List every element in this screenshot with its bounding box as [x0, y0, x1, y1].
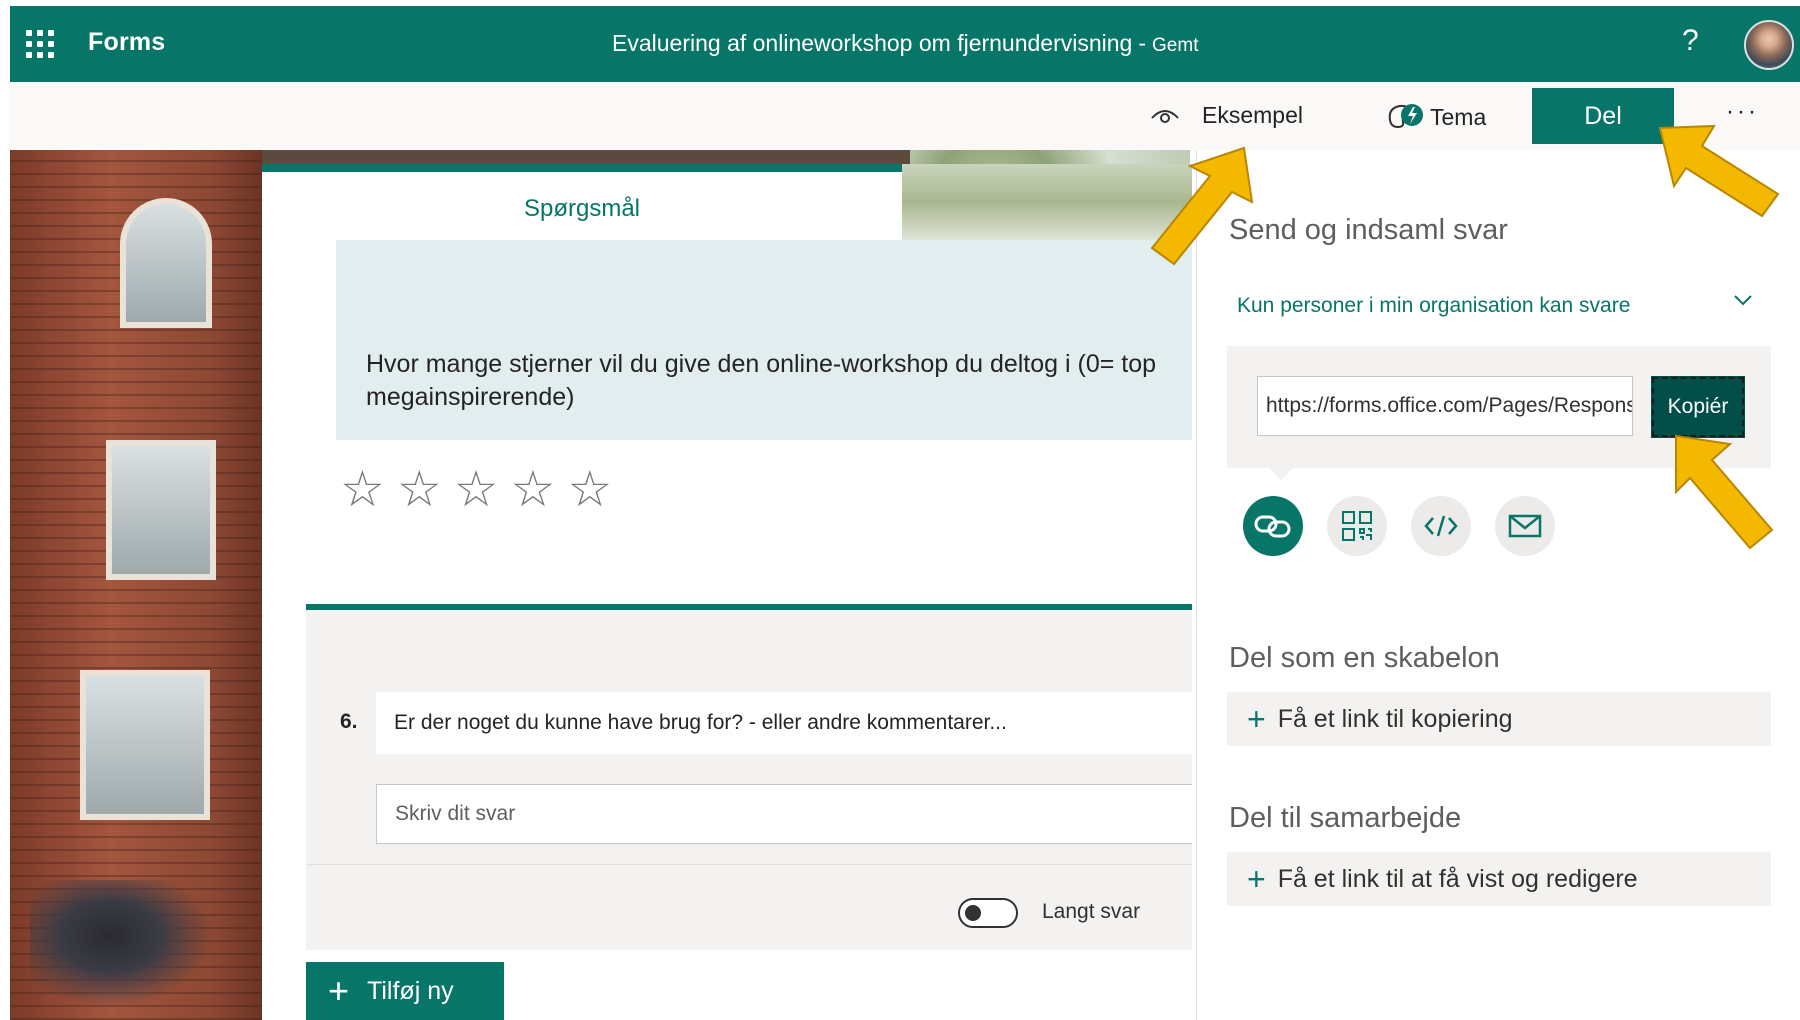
theme-button[interactable]: Tema: [1386, 102, 1486, 132]
annotation-arrow-icon: [1675, 434, 1774, 550]
building-window: [80, 670, 210, 820]
share-button[interactable]: Del: [1532, 88, 1674, 144]
question-5-text: Hvor mange stjerner vil du give den onli…: [366, 348, 1226, 414]
collab-heading: Del til samarbejde: [1229, 802, 1462, 834]
building-window: [120, 198, 212, 328]
preview-button[interactable]: Eksempel: [1150, 102, 1303, 129]
palette-icon: [1388, 104, 1423, 129]
add-new-label: Tilføj ny: [367, 976, 454, 1005]
email-glyph: [1508, 514, 1542, 538]
plus-icon: +: [1247, 861, 1266, 897]
link-icon[interactable]: [1243, 496, 1303, 556]
save-status: Gemt: [1152, 35, 1199, 56]
embed-glyph: [1424, 515, 1458, 537]
tab-accent: [262, 164, 902, 172]
long-answer-toggle[interactable]: [958, 898, 1018, 928]
long-answer-label: Langt svar: [1042, 900, 1141, 923]
star-icon[interactable]: ☆: [454, 464, 499, 514]
preview-label: Eksempel: [1202, 102, 1303, 128]
theme-label: Tema: [1430, 103, 1487, 130]
question-6-number: 6.: [340, 710, 358, 733]
app-header: Forms Evaluering af onlineworkshop om fj…: [10, 6, 1800, 82]
star-rating: ☆ ☆ ☆ ☆ ☆: [340, 464, 612, 514]
question-5-line-2: megainspirerende): [366, 383, 575, 411]
email-icon[interactable]: [1495, 496, 1555, 556]
chevron-down-icon[interactable]: [1733, 290, 1753, 310]
form-title-text: Evaluering af onlineworkshop om fjernund…: [612, 30, 1133, 56]
star-icon[interactable]: ☆: [510, 464, 555, 514]
star-icon[interactable]: ☆: [340, 464, 385, 514]
toggle-knob: [965, 905, 981, 921]
eye-icon: [1151, 109, 1179, 123]
link-glyph: [1254, 515, 1291, 538]
collab-link-label: Få et link til at få vist og redigere: [1277, 864, 1638, 893]
template-heading: Del som en skabelon: [1229, 642, 1500, 674]
add-new-button[interactable]: + Tilføj ny: [306, 962, 504, 1020]
collab-link-button[interactable]: + Få et link til at få vist og redigere: [1227, 852, 1771, 906]
share-method-icons: [1243, 496, 1555, 556]
template-link-button[interactable]: + Få et link til kopiering: [1227, 692, 1771, 746]
star-icon[interactable]: ☆: [567, 464, 612, 514]
link-box-pointer: [1267, 466, 1295, 480]
qr-code-icon[interactable]: [1327, 496, 1387, 556]
annotation-arrow-icon: [1658, 124, 1780, 218]
permission-dropdown[interactable]: Kun personer i min organisation kan svar…: [1237, 294, 1630, 318]
embed-icon[interactable]: [1411, 496, 1471, 556]
qr-glyph: [1342, 511, 1372, 541]
share-panel: Send og indsaml svar Kun personer i min …: [1196, 150, 1800, 1020]
building-window: [106, 440, 216, 580]
divider: [306, 864, 1192, 865]
template-link-label: Få et link til kopiering: [1277, 704, 1513, 733]
plus-icon: +: [1247, 701, 1266, 737]
app-name[interactable]: Forms: [88, 28, 165, 57]
help-icon[interactable]: ?: [1682, 24, 1699, 58]
cyclist: [30, 880, 230, 1020]
title-separator: -: [1138, 30, 1147, 56]
answer-placeholder-field[interactable]: Skriv dit svar: [376, 784, 1192, 844]
share-url-field[interactable]: https://forms.office.com/Pages/ResponseP…: [1257, 376, 1633, 436]
app-launcher-icon[interactable]: [26, 30, 54, 58]
share-panel-title: Send og indsaml svar: [1229, 214, 1508, 246]
tab-questions[interactable]: Spørgsmål: [262, 172, 902, 240]
form-title: Evaluering af onlineworkshop om fjernund…: [612, 30, 1198, 57]
question-5[interactable]: Hvor mange stjerner vil du give den onli…: [336, 240, 1192, 440]
avatar[interactable]: [1744, 20, 1794, 70]
annotation-arrow-icon: [1150, 146, 1254, 266]
question-6[interactable]: 6. Er der noget du kunne have brug for? …: [306, 610, 1192, 950]
question-6-title-field[interactable]: Er der noget du kunne have brug for? - e…: [376, 692, 1192, 754]
plus-icon: +: [328, 970, 350, 1011]
star-icon[interactable]: ☆: [397, 464, 442, 514]
question-5-line-1: Hvor mange stjerner vil du give den onli…: [366, 350, 1157, 378]
copy-button[interactable]: Kopiér: [1651, 376, 1745, 438]
